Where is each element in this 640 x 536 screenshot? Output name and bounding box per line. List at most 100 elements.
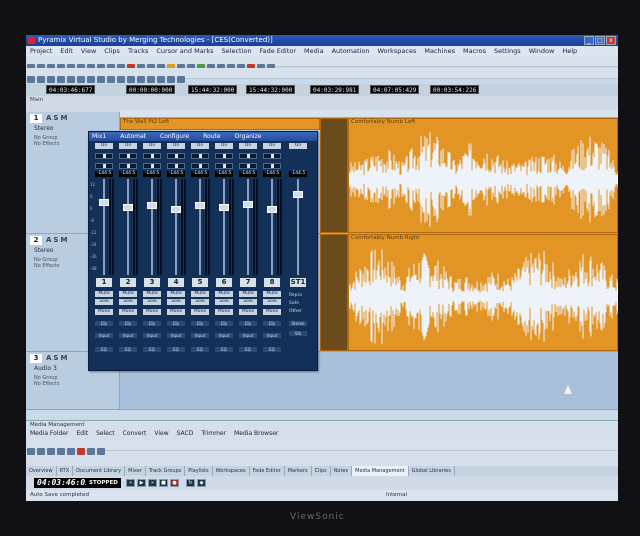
pan-handle[interactable] — [127, 164, 130, 168]
fader-track[interactable] — [175, 179, 177, 275]
on-button[interactable]: On — [119, 143, 137, 149]
fader-track[interactable] — [199, 179, 201, 275]
rewind-icon[interactable]: « — [126, 479, 135, 487]
media-menu-view[interactable]: View — [154, 430, 168, 437]
pan-knob[interactable] — [95, 153, 113, 159]
pan-handle[interactable] — [151, 154, 154, 158]
fader-track[interactable] — [127, 179, 129, 275]
audio-clip[interactable]: Comfortably Numb Right — [348, 234, 618, 351]
media-menu-trimmer[interactable]: Trimmer — [201, 430, 226, 437]
mono-button[interactable]: Mono — [215, 309, 233, 315]
minimize-button[interactable]: _ — [584, 36, 594, 45]
cursor-tool-icon[interactable] — [27, 76, 35, 83]
mute-button[interactable]: Mute — [239, 291, 257, 297]
fader-cap[interactable] — [171, 206, 181, 213]
input-selector[interactable]: Input — [119, 333, 137, 338]
track-name[interactable]: Stereo — [34, 247, 54, 254]
marker-icon[interactable] — [87, 76, 95, 83]
tab-document-library[interactable]: Document Library — [73, 466, 126, 476]
pan-handle[interactable] — [103, 154, 106, 158]
tab-fade-editor[interactable]: Fade Editor — [250, 466, 285, 476]
eq-button[interactable]: EQ — [263, 347, 281, 352]
on-button[interactable]: On — [215, 143, 233, 149]
eq-button[interactable]: EQ — [167, 347, 185, 352]
solo-button[interactable]: Solo — [95, 299, 113, 305]
mono-button[interactable]: Mono — [263, 309, 281, 315]
folder-icon[interactable] — [27, 448, 35, 455]
fader-track[interactable] — [223, 179, 225, 275]
input-selector[interactable]: Input — [143, 333, 161, 338]
pan-knob-2[interactable] — [191, 163, 209, 169]
search-icon[interactable] — [87, 448, 95, 455]
tab-notes[interactable]: Notes — [331, 466, 353, 476]
fader-track[interactable] — [271, 179, 273, 275]
mute-button[interactable]: Mute — [143, 291, 161, 297]
eq-button[interactable]: EQ — [119, 347, 137, 352]
refresh-icon[interactable] — [37, 448, 45, 455]
pan-handle[interactable] — [199, 154, 202, 158]
fader-cap[interactable] — [243, 200, 253, 208]
fader-track[interactable] — [151, 179, 153, 275]
audio-clip-fade[interactable] — [320, 118, 348, 233]
mute-button[interactable]: Mute — [191, 291, 209, 297]
pan-knob-2[interactable] — [263, 163, 281, 169]
pan-knob[interactable] — [167, 153, 185, 159]
timecode-start[interactable]: 00:00:00:000 — [126, 85, 176, 94]
track-asm-buttons[interactable]: ASM — [46, 114, 69, 122]
fader-track[interactable] — [247, 179, 249, 275]
pen-tool-icon[interactable] — [47, 76, 55, 83]
track-name[interactable]: Audio 3 — [34, 365, 57, 372]
timecode-out[interactable]: 15:44:32:000 — [246, 85, 296, 94]
menu-item-selection[interactable]: Selection — [222, 47, 252, 55]
menu-item-window[interactable]: Window — [529, 47, 555, 55]
pan-handle[interactable] — [151, 164, 154, 168]
tab-clips[interactable]: Clips — [312, 466, 331, 476]
record-button-icon[interactable]: ● — [170, 479, 179, 487]
track-name[interactable]: Stereo — [34, 125, 54, 132]
mute-button[interactable]: Mute — [263, 291, 281, 297]
input-selector[interactable]: Input — [263, 333, 281, 338]
input-selector[interactable]: Input — [239, 333, 257, 338]
tab-rtx[interactable]: RTX — [57, 466, 74, 476]
eq-button[interactable]: EQ — [215, 347, 233, 352]
delay-field[interactable]: Dly — [263, 321, 281, 326]
mute-button[interactable]: Mute — [119, 291, 137, 297]
tab-overview[interactable]: Overview — [26, 466, 57, 476]
pan-handle[interactable] — [103, 164, 106, 168]
media-menu-select[interactable]: Select — [96, 430, 115, 437]
eq-button[interactable]: EQ — [239, 347, 257, 352]
menu-item-machines[interactable]: Machines — [424, 47, 455, 55]
pan-knob-2[interactable] — [95, 163, 113, 169]
menu-item-project[interactable]: Project — [30, 47, 52, 55]
import-icon[interactable] — [57, 448, 65, 455]
delay-field[interactable]: Dly — [239, 321, 257, 326]
pan-knob-2[interactable] — [239, 163, 257, 169]
pan-handle[interactable] — [223, 154, 226, 158]
on-button[interactable]: On — [263, 143, 281, 149]
pan-knob[interactable] — [119, 153, 137, 159]
stop-icon[interactable]: ■ — [159, 479, 168, 487]
pan-handle[interactable] — [271, 164, 274, 168]
mono-button[interactable]: Mono — [95, 309, 113, 315]
delay-field[interactable]: Dly — [215, 321, 233, 326]
menu-item-view[interactable]: View — [81, 47, 96, 55]
solo-button[interactable]: Solo — [191, 299, 209, 305]
menu-item-workspaces[interactable]: Workspaces — [377, 47, 416, 55]
input-selector[interactable]: Input — [215, 333, 233, 338]
pan-knob[interactable] — [239, 153, 257, 159]
pan-handle[interactable] — [127, 154, 130, 158]
track-number[interactable]: 1 — [30, 114, 42, 123]
mono-button[interactable]: Mono — [191, 309, 209, 315]
mixer-title-bar[interactable]: Mix1 Automat Configure Route Organize — [89, 132, 317, 141]
mono-button[interactable]: Mono — [167, 309, 185, 315]
gain-icon[interactable] — [157, 76, 165, 83]
mute-button[interactable]: Mute — [95, 291, 113, 297]
track-number[interactable]: 2 — [30, 236, 42, 245]
mono-button[interactable]: Mono — [239, 309, 257, 315]
master-stk-button[interactable]: Stk — [289, 331, 307, 336]
pan-handle[interactable] — [223, 164, 226, 168]
track-number[interactable]: 3 — [30, 354, 42, 363]
menu-item-media[interactable]: Media — [304, 47, 324, 55]
loop-button-icon[interactable]: ↻ — [186, 479, 195, 487]
on-button[interactable]: On — [143, 143, 161, 149]
